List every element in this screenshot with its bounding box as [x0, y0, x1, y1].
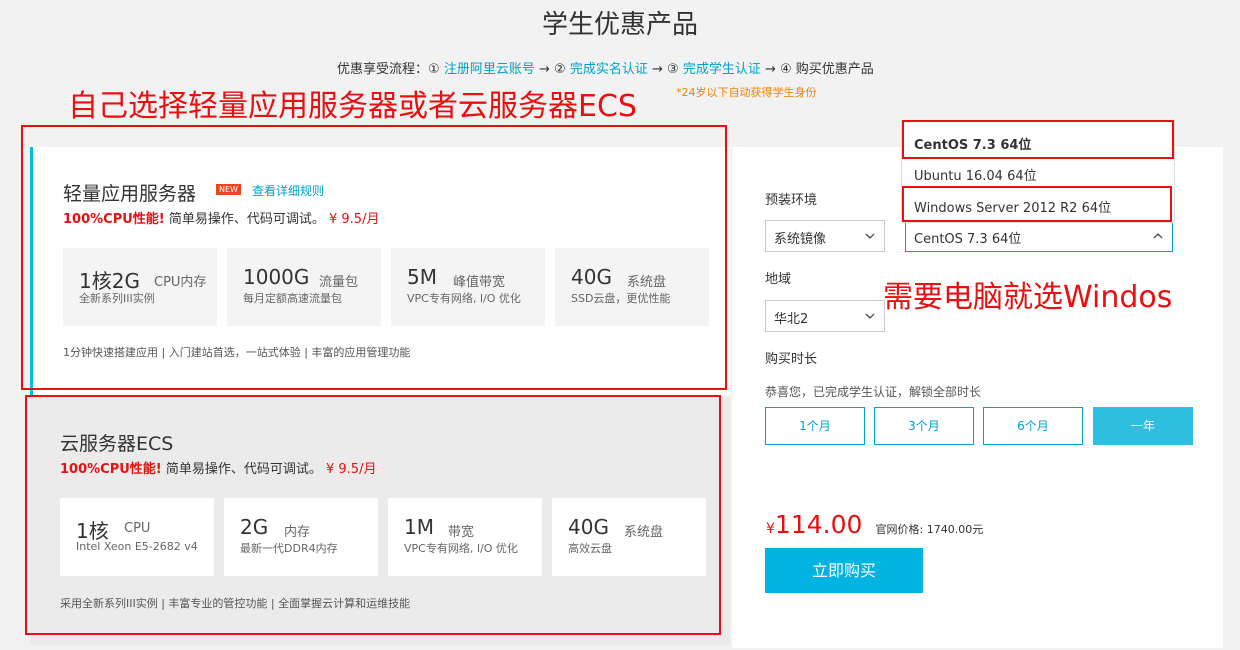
spec-bandwidth: 5M 峰值带宽 VPC专有网络, I/O 优化 — [391, 248, 545, 326]
spec-desc: 高效云盘 — [568, 542, 612, 555]
flow-arrow: → — [651, 62, 663, 77]
spec-value: 2G — [240, 515, 269, 539]
realname-auth-link[interactable]: 完成实名认证 — [570, 62, 648, 77]
benefit-flow: 优惠享受流程：① 注册阿里云账号 → ② 完成实名认证 → ③ 完成学生认证 →… — [337, 58, 874, 77]
os-option-ubuntu[interactable]: Ubuntu 16.04 64位 — [902, 157, 1174, 187]
chevron-down-icon — [864, 227, 876, 249]
spec-unit: 流量包 — [319, 275, 359, 290]
light-features: 1分钟快速搭建应用 | 入门建站首选，一站式体验 | 丰富的应用管理功能 — [63, 346, 411, 359]
annotation-choose-server: 自己选择轻量应用服务器或者云服务器ECS — [68, 89, 637, 124]
os-dropdown: CentOS 7.3 64位 Ubuntu 16.04 64位 Windows … — [901, 121, 1175, 223]
spec-value: 1000G — [243, 265, 310, 289]
spec-desc: 全新系列III实例 — [79, 292, 155, 305]
spec-disk: 40G 系统盘 高效云盘 — [552, 498, 706, 576]
perf-highlight: 100%CPU性能! — [60, 462, 162, 477]
os-option-windows[interactable]: Windows Server 2012 R2 64位 — [902, 189, 1174, 219]
age-note: *24岁以下自动获得学生身份 — [676, 86, 817, 99]
ecs-card-title: 云服务器ECS — [60, 433, 174, 455]
light-perf-line: 100%CPU性能! 简单易操作、代码可调试。 ¥ 9.5/月 — [63, 208, 379, 227]
light-server-card[interactable]: 轻量应用服务器 NEW 查看详细规则 100%CPU性能! 简单易操作、代码可调… — [30, 147, 730, 395]
region-label: 地域 — [765, 272, 792, 287]
duration-note: 恭喜您，已完成学生认证，解锁全部时长 — [765, 385, 982, 399]
ecs-price: ¥ 9.5/月 — [326, 462, 377, 477]
duration-6-months-button[interactable]: 6个月 — [983, 407, 1083, 445]
new-badge: NEW — [216, 184, 241, 195]
light-card-title: 轻量应用服务器 — [63, 183, 197, 205]
spec-disk: 40G 系统盘 SSD云盘，更优性能 — [555, 248, 709, 326]
region-select[interactable]: 华北2 — [765, 300, 885, 332]
spec-desc: VPC专有网络, I/O 优化 — [407, 292, 521, 305]
spec-desc: VPC专有网络, I/O 优化 — [404, 542, 518, 555]
chevron-up-icon — [1152, 227, 1164, 249]
duration-1-month-button[interactable]: 1个月 — [765, 407, 865, 445]
ecs-perf-line: 100%CPU性能! 简单易操作、代码可调试。 ¥ 9.5/月 — [60, 458, 376, 477]
step-3-number: ③ — [667, 62, 679, 77]
price-row: ¥114.00 官网价格: 1740.00元 — [766, 510, 983, 539]
step-2-number: ② — [554, 62, 566, 77]
chevron-down-icon — [864, 307, 876, 329]
spec-unit: CPU — [124, 521, 151, 536]
original-price: 官网价格: 1740.00元 — [875, 523, 984, 536]
duration-1-year-button[interactable]: 一年 — [1093, 407, 1193, 445]
buy-now-button[interactable]: 立即购买 — [765, 548, 923, 593]
step-1-number: ① — [428, 62, 440, 77]
register-account-link[interactable]: 注册阿里云账号 — [444, 62, 535, 77]
spec-value: 1M — [404, 515, 434, 539]
perf-highlight: 100%CPU性能! — [63, 212, 165, 227]
perf-text: 简单易操作、代码可调试。 — [161, 462, 322, 477]
ecs-features: 采用全新系列III实例 | 丰富专业的管控功能 | 全面掌握云计算和运维技能 — [60, 597, 411, 610]
price-amount: 114.00 — [774, 510, 863, 539]
perf-text: 简单易操作、代码可调试。 — [164, 212, 325, 227]
view-rules-link[interactable]: 查看详细规则 — [252, 182, 324, 199]
light-price: ¥ 9.5/月 — [329, 212, 380, 227]
spec-desc: Intel Xeon E5-2682 v4 — [76, 540, 198, 553]
annotation-windows-tip: 需要电脑就选Windos — [883, 280, 1173, 315]
spec-unit: 峰值带宽 — [453, 275, 506, 290]
os-select[interactable]: CentOS 7.3 64位 — [905, 220, 1173, 252]
flow-arrow: → — [538, 62, 550, 77]
spec-unit: 内存 — [284, 525, 311, 540]
spec-cpu-memory: 1核2G CPU内存 全新系列III实例 — [63, 248, 217, 326]
spec-desc: 最新一代DDR4内存 — [240, 542, 338, 555]
flow-arrow: → — [764, 62, 776, 77]
spec-bandwidth: 1M 带宽 VPC专有网络, I/O 优化 — [388, 498, 542, 576]
duration-3-months-button[interactable]: 3个月 — [874, 407, 974, 445]
student-auth-link[interactable]: 完成学生认证 — [683, 62, 761, 77]
duration-label: 购买时长 — [765, 352, 818, 367]
currency-symbol: ¥ — [766, 521, 775, 537]
ecs-card[interactable]: 云服务器ECS 100%CPU性能! 简单易操作、代码可调试。 ¥ 9.5/月 … — [30, 397, 730, 645]
spec-unit: 系统盘 — [624, 525, 664, 540]
spec-value: 40G — [571, 265, 612, 289]
image-type-select[interactable]: 系统镜像 — [765, 220, 885, 252]
spec-memory: 2G 内存 最新一代DDR4内存 — [224, 498, 378, 576]
region-value: 华北2 — [774, 312, 809, 327]
spec-unit: 系统盘 — [627, 275, 667, 290]
spec-desc: SSD云盘，更优性能 — [571, 292, 671, 305]
step-4-text: ④ 购买优惠产品 — [780, 62, 874, 77]
os-option-centos[interactable]: CentOS 7.3 64位 — [902, 126, 1174, 156]
os-select-value: CentOS 7.3 64位 — [914, 232, 1022, 247]
spec-value: 40G — [568, 515, 609, 539]
spec-unit: 带宽 — [448, 525, 475, 540]
image-type-value: 系统镜像 — [774, 232, 827, 247]
spec-unit: CPU内存 — [154, 275, 207, 290]
spec-desc: 每月定额高速流量包 — [243, 292, 342, 305]
spec-cpu: 1核 CPU Intel Xeon E5-2682 v4 — [60, 498, 214, 576]
spec-value: 5M — [407, 265, 437, 289]
flow-prefix: 优惠享受流程： — [337, 62, 429, 77]
page-title: 学生优惠产品 — [541, 10, 698, 40]
env-label: 预装环境 — [765, 193, 818, 208]
spec-traffic: 1000G 流量包 每月定额高速流量包 — [227, 248, 381, 326]
